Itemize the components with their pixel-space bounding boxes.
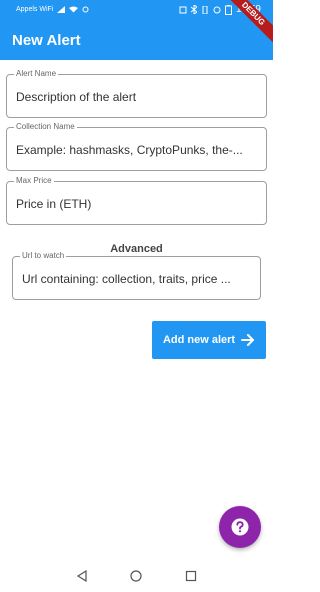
- alert-name-placeholder: Description of the alert: [16, 90, 137, 104]
- add-new-alert-button[interactable]: Add new alert: [152, 321, 266, 359]
- circle-home-icon[interactable]: [130, 570, 143, 582]
- clock: 10:59: [235, 4, 261, 15]
- status-bar: Appels WiFi 10:59: [0, 0, 273, 22]
- battery-icon: [224, 4, 232, 15]
- nfc-icon: [179, 6, 187, 13]
- collection-name-label: Collection Name: [14, 122, 77, 131]
- alert-name-label: Alert Name: [14, 69, 59, 78]
- url-to-watch-placeholder: Url containing: collection, traits, pric…: [22, 272, 231, 286]
- signal-icon: [57, 6, 66, 13]
- collection-name-placeholder: Example: hashmasks, CryptoPunks, the-...: [16, 143, 243, 157]
- vibrate-icon: [202, 5, 208, 14]
- url-to-watch-label: Url to watch: [20, 251, 67, 260]
- max-price-placeholder: Price in (ETH): [16, 197, 92, 211]
- status-left: Appels WiFi: [16, 6, 89, 13]
- status-right: 10:59: [179, 4, 261, 15]
- arrow-right-icon: [241, 334, 255, 346]
- collection-name-field[interactable]: Collection Name Example: hashmasks, Cryp…: [6, 122, 267, 171]
- help-fab-button[interactable]: [219, 506, 261, 548]
- add-new-alert-label: Add new alert: [162, 334, 236, 346]
- app-bar: New Alert: [0, 22, 273, 60]
- url-to-watch-field[interactable]: Url to watch Url containing: collection,…: [12, 251, 261, 300]
- square-recents-icon[interactable]: [185, 570, 197, 582]
- page-title: New Alert: [12, 32, 81, 49]
- triangle-back-icon[interactable]: [76, 570, 88, 582]
- alert-name-field[interactable]: Alert Name Description of the alert: [6, 69, 267, 118]
- alarm-icon: [213, 6, 221, 13]
- help-icon: [231, 518, 249, 536]
- sync-icon: [82, 6, 89, 13]
- max-price-field[interactable]: Max Price Price in (ETH): [6, 176, 267, 225]
- system-nav-bar: [0, 560, 273, 592]
- carrier-label: Appels WiFi: [16, 6, 54, 13]
- bluetooth-icon: [190, 5, 197, 14]
- max-price-label: Max Price: [14, 176, 54, 185]
- wifi-icon: [69, 6, 79, 13]
